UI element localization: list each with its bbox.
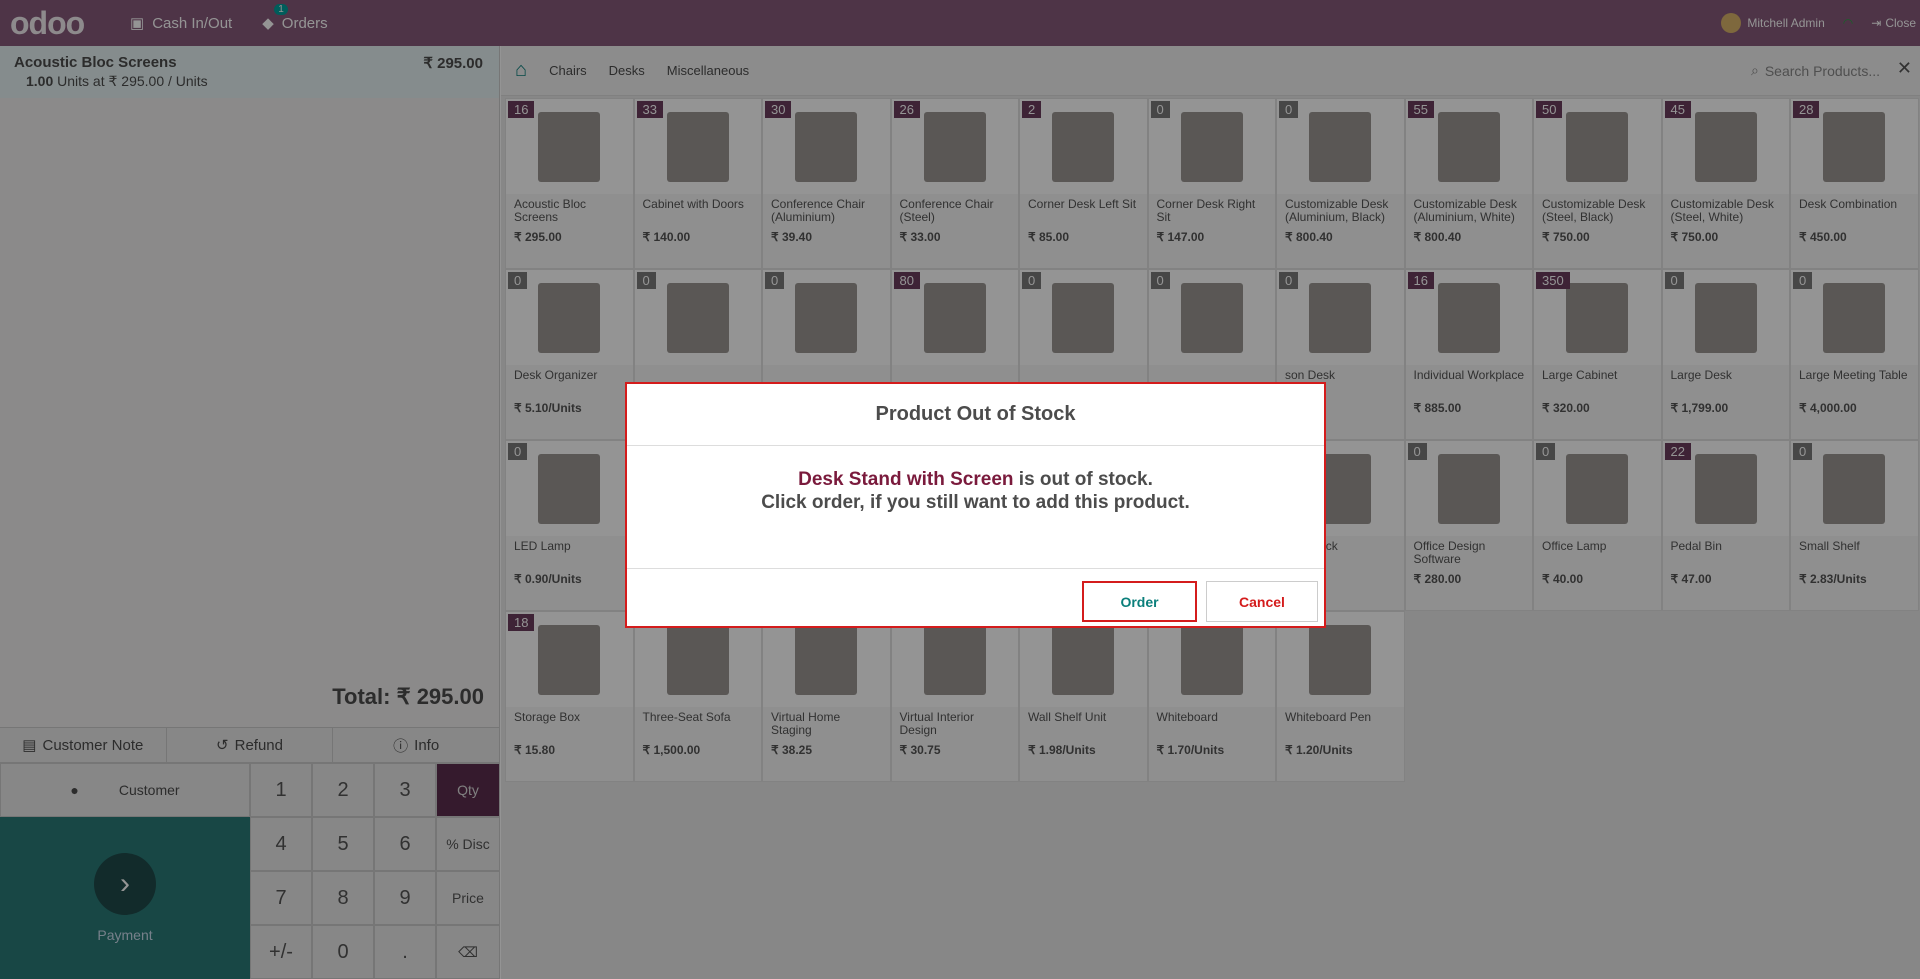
dialog-product-name: Desk Stand with Screen	[798, 469, 1014, 490]
out-of-stock-dialog: Product Out of Stock Desk Stand with Scr…	[625, 382, 1326, 628]
dialog-footer: Order Cancel	[627, 568, 1324, 628]
cancel-button[interactable]: Cancel	[1206, 581, 1318, 622]
pos-app: odoo ▣ Cash In/Out ◆ 1 Orders Mitchell A…	[0, 0, 1920, 979]
dialog-body: Desk Stand with Screen is out of stock. …	[627, 446, 1324, 568]
order-button[interactable]: Order	[1082, 581, 1197, 622]
dialog-line1: is out of stock.	[1013, 469, 1153, 490]
dialog-title: Product Out of Stock	[627, 384, 1324, 446]
dialog-line2: Click order, if you still want to add th…	[761, 492, 1190, 513]
